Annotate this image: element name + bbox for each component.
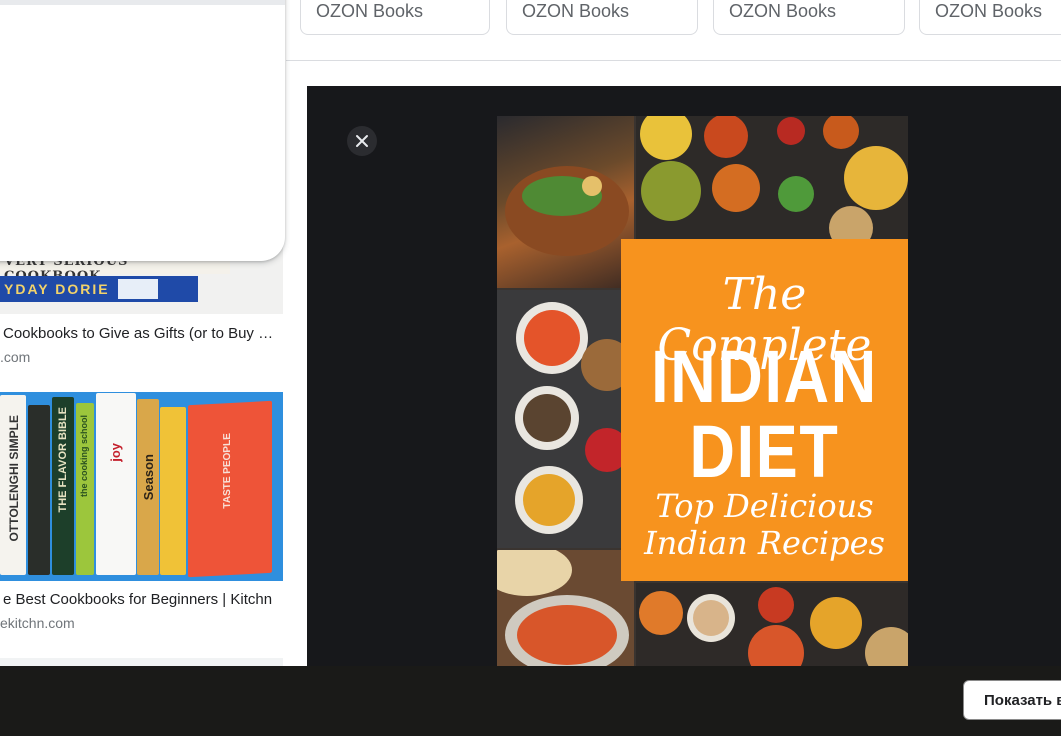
food-photo-spices — [497, 290, 621, 548]
result-title-2[interactable]: e Best Cookbooks for Beginners | Kitchn — [3, 591, 272, 608]
chip-ozon-books-2[interactable]: OZON Books — [506, 0, 698, 35]
book-cover-image[interactable]: The Complete INDIAN DIET Top Delicious I… — [497, 116, 908, 666]
close-button[interactable] — [347, 126, 377, 156]
result-source-1[interactable]: .com — [0, 349, 30, 365]
book-spine-text: OTTOLENGHI SIMPLE — [7, 415, 21, 542]
book-spine-text: TASTE PEOPLE — [222, 432, 233, 509]
book-spine-text: THE FLAVOR BIBLE — [57, 407, 69, 513]
results-column: VERY SERIOUS COOKBOOK YDAY DORIE Cookboo… — [0, 0, 290, 666]
book-spine-text: joy — [108, 443, 123, 462]
result-thumbnail-2[interactable]: OTTOLENGHI SIMPLE THE FLAVOR BIBLE the c… — [0, 392, 283, 581]
close-icon — [356, 135, 368, 147]
result-source-2[interactable]: ekitchn.com — [0, 615, 75, 631]
cover-line-2: INDIAN — [651, 335, 878, 418]
book-spine-text: Season — [141, 454, 156, 501]
chip-ozon-books-4[interactable]: OZON Books — [919, 0, 1061, 35]
card-divider — [0, 0, 285, 5]
expanded-result-card — [0, 0, 285, 261]
food-photo-bowls — [636, 116, 908, 239]
result-title-1[interactable]: Cookbooks to Give as Gifts (or to Buy … — [3, 325, 273, 342]
cover-line-4: Top Delicious — [655, 487, 874, 525]
food-photo-dishes — [636, 583, 908, 666]
food-photo-rice — [497, 116, 634, 288]
cover-line-3: DIET — [689, 410, 840, 493]
cover-title-box: The Complete INDIAN DIET Top Delicious I… — [621, 239, 908, 581]
chip-ozon-books-1[interactable]: OZON Books — [300, 0, 490, 35]
book-spine-text: the cooking school — [79, 415, 89, 498]
bottom-bar: Показать в — [0, 666, 1061, 736]
chip-ozon-books-3[interactable]: OZON Books — [713, 0, 905, 35]
thumb-text: YDAY DORIE — [4, 281, 110, 297]
related-chips-row: OZON Books OZON Books OZON Books OZON Bo… — [286, 0, 1061, 61]
cover-line-5: Indian Recipes — [644, 524, 885, 562]
result-thumbnail-3[interactable] — [0, 658, 283, 666]
image-preview-panel: The Complete INDIAN DIET Top Delicious I… — [307, 86, 1061, 666]
food-photo-curry — [497, 550, 634, 666]
show-button[interactable]: Показать в — [963, 680, 1061, 720]
